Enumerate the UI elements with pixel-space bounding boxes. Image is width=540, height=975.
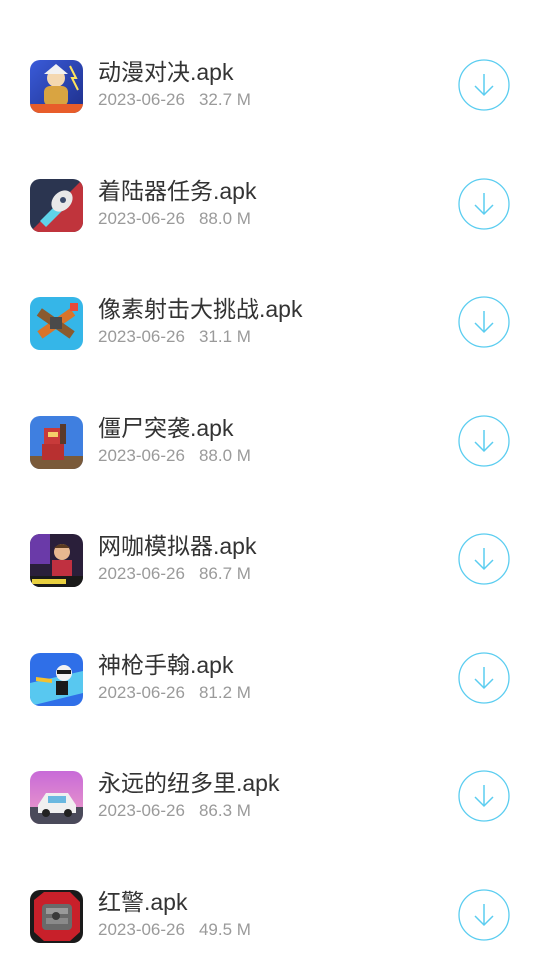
download-button[interactable]: [458, 652, 510, 704]
forever-car-icon: [30, 771, 83, 824]
file-size: 88.0 M: [198, 209, 251, 228]
file-name: 动漫对决.apk: [98, 59, 234, 85]
file-meta: 2023-06-26 88.0 M: [98, 209, 251, 229]
lander-mission-icon: [30, 179, 83, 232]
download-button[interactable]: [458, 59, 510, 111]
file-name: 永远的纽多里.apk: [98, 770, 280, 796]
download-arrow-icon: [458, 59, 510, 111]
download-arrow-icon: [458, 415, 510, 467]
download-button[interactable]: [458, 533, 510, 585]
zombie-raid-icon: [30, 416, 83, 469]
file-size: 86.7 M: [198, 564, 251, 583]
file-size: 32.7 M: [198, 90, 251, 109]
file-name: 像素射击大挑战.apk: [98, 296, 303, 322]
file-date: 2023-06-26: [98, 327, 185, 346]
download-button[interactable]: [458, 178, 510, 230]
download-arrow-icon: [458, 652, 510, 704]
file-size: 86.3 M: [198, 801, 251, 820]
download-item[interactable]: 着陆器任务.apk 2023-06-26 88.0 M: [0, 146, 540, 264]
download-item[interactable]: 像素射击大挑战.apk 2023-06-26 31.1 M: [0, 264, 540, 382]
file-date: 2023-06-26: [98, 90, 185, 109]
file-date: 2023-06-26: [98, 920, 185, 939]
red-alert-icon: [30, 890, 83, 943]
file-name: 网咖模拟器.apk: [98, 533, 257, 559]
download-button[interactable]: [458, 415, 510, 467]
file-meta: 2023-06-26 81.2 M: [98, 683, 251, 703]
file-name: 红警.apk: [98, 889, 188, 915]
file-size: 88.0 M: [198, 446, 251, 465]
sharpshooter-icon: [30, 653, 83, 706]
file-size: 31.1 M: [198, 327, 251, 346]
download-arrow-icon: [458, 889, 510, 941]
download-item[interactable]: 神枪手翰.apk 2023-06-26 81.2 M: [0, 620, 540, 738]
download-item[interactable]: 网咖模拟器.apk 2023-06-26 86.7 M: [0, 501, 540, 619]
download-button[interactable]: [458, 296, 510, 348]
download-item[interactable]: 永远的纽多里.apk 2023-06-26 86.3 M: [0, 738, 540, 856]
file-name: 神枪手翰.apk: [98, 652, 234, 678]
file-meta: 2023-06-26 49.5 M: [98, 920, 251, 940]
download-arrow-icon: [458, 178, 510, 230]
download-arrow-icon: [458, 533, 510, 585]
file-date: 2023-06-26: [98, 801, 185, 820]
file-meta: 2023-06-26 31.1 M: [98, 327, 251, 347]
anime-duel-icon: [30, 60, 83, 113]
download-item[interactable]: 僵尸突袭.apk 2023-06-26 88.0 M: [0, 383, 540, 501]
file-meta: 2023-06-26 86.7 M: [98, 564, 251, 584]
net-cafe-simulator-icon: [30, 534, 83, 587]
download-arrow-icon: [458, 296, 510, 348]
file-size: 81.2 M: [198, 683, 251, 702]
file-size: 49.5 M: [198, 920, 251, 939]
file-date: 2023-06-26: [98, 683, 185, 702]
file-meta: 2023-06-26 86.3 M: [98, 801, 251, 821]
download-list: 动漫对决.apk 2023-06-2632.7 M 着陆器任务.apk 202: [0, 0, 540, 960]
file-name: 僵尸突袭.apk: [98, 415, 234, 441]
download-item[interactable]: 红警.apk 2023-06-26 49.5 M: [0, 857, 540, 975]
file-meta: 2023-06-26 32.7 M: [98, 90, 251, 110]
file-date: 2023-06-26: [98, 446, 185, 465]
download-button[interactable]: [458, 889, 510, 941]
download-arrow-icon: [458, 770, 510, 822]
download-button[interactable]: [458, 770, 510, 822]
file-meta: 2023-06-26 88.0 M: [98, 446, 251, 466]
pixel-shooter-icon: [30, 297, 83, 350]
file-date: 2023-06-26: [98, 209, 185, 228]
file-date: 2023-06-26: [98, 564, 185, 583]
download-item[interactable]: 动漫对决.apk 2023-06-26 32.7 M: [0, 27, 540, 145]
file-name: 着陆器任务.apk: [98, 178, 257, 204]
